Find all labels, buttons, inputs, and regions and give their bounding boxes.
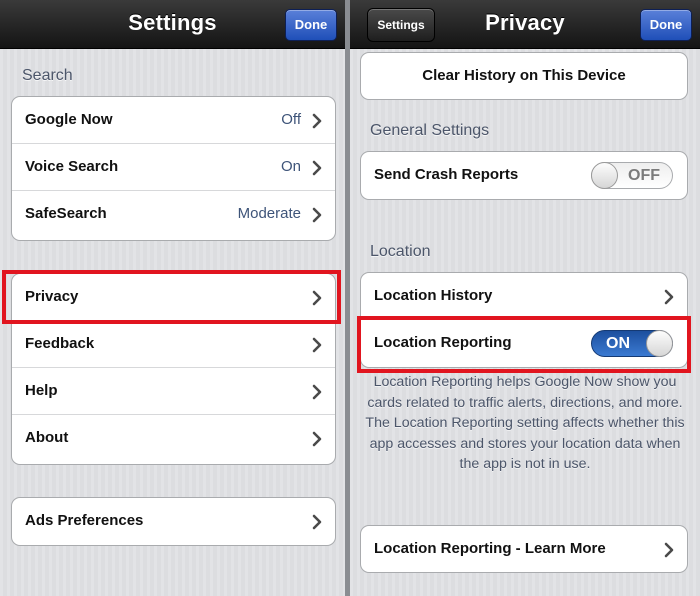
location-reporting-row: Location Reporting ON: [361, 320, 687, 367]
learn-more-label: Location Reporting - Learn More: [374, 540, 606, 557]
location-history-label: Location History: [374, 287, 493, 304]
privacy-nav-bar: Settings Privacy Done: [350, 0, 700, 49]
ads-preferences-row[interactable]: Ads Preferences: [12, 498, 335, 545]
learn-more-group: Location Reporting - Learn More: [360, 525, 688, 573]
privacy-label: Privacy: [25, 288, 79, 305]
help-label: Help: [25, 382, 58, 399]
chevron-right-icon: [312, 207, 322, 223]
chevron-right-icon: [312, 514, 322, 530]
chevron-right-icon: [312, 337, 322, 353]
settings-nav-bar: Settings Done: [0, 0, 345, 49]
about-row[interactable]: About: [12, 415, 335, 462]
about-label: About: [25, 429, 69, 446]
location-reporting-label: Location Reporting: [374, 334, 512, 351]
ads-preferences-label: Ads Preferences: [25, 512, 144, 529]
toggle-knob: [646, 330, 673, 357]
privacy-done-button[interactable]: Done: [640, 9, 692, 41]
ads-group: Ads Preferences: [11, 497, 336, 546]
send-crash-reports-label: Send Crash Reports: [374, 166, 519, 183]
google-now-label: Google Now: [25, 111, 113, 128]
general-settings-header: General Settings: [370, 122, 490, 139]
feedback-label: Feedback: [25, 335, 95, 352]
toggle-state-text: OFF: [628, 167, 660, 184]
help-row[interactable]: Help: [12, 368, 335, 415]
privacy-screen: Settings Privacy Done Clear History on T…: [350, 0, 700, 596]
settings-done-button[interactable]: Done: [285, 9, 337, 41]
general-settings-group: Send Crash Reports OFF: [360, 151, 688, 200]
clear-history-group: Clear History on This Device: [360, 52, 688, 100]
location-reporting-learn-more-row[interactable]: Location Reporting - Learn More: [361, 526, 687, 572]
privacy-row[interactable]: Privacy: [12, 274, 335, 321]
send-crash-reports-toggle[interactable]: OFF: [591, 162, 673, 189]
settings-screen: Settings Done Search Google Now Off Voic…: [0, 0, 345, 596]
google-now-value: Off: [281, 111, 301, 128]
location-history-row[interactable]: Location History: [361, 273, 687, 320]
voice-search-row[interactable]: Voice Search On: [12, 144, 335, 191]
google-now-row[interactable]: Google Now Off: [12, 97, 335, 144]
toggle-state-text: ON: [606, 335, 630, 352]
search-section-header: Search: [22, 67, 73, 84]
toggle-knob: [591, 162, 618, 189]
safesearch-row[interactable]: SafeSearch Moderate: [12, 191, 335, 238]
location-section-header: Location: [370, 243, 431, 260]
clear-history-button[interactable]: Clear History on This Device: [361, 53, 687, 99]
search-settings-group: Google Now Off Voice Search On SafeSearc…: [11, 96, 336, 241]
chevron-right-icon: [312, 431, 322, 447]
chevron-right-icon: [664, 289, 674, 305]
clear-history-label: Clear History on This Device: [422, 67, 626, 84]
chevron-right-icon: [312, 113, 322, 129]
main-menu-group: Privacy Feedback Help About: [11, 273, 336, 465]
chevron-right-icon: [312, 290, 322, 306]
voice-search-label: Voice Search: [25, 158, 119, 175]
location-reporting-toggle[interactable]: ON: [591, 330, 673, 357]
location-settings-group: Location History Location Reporting ON: [360, 272, 688, 368]
feedback-row[interactable]: Feedback: [12, 321, 335, 368]
chevron-right-icon: [312, 160, 322, 176]
chevron-right-icon: [312, 384, 322, 400]
chevron-right-icon: [664, 542, 674, 558]
safesearch-value: Moderate: [237, 205, 301, 222]
send-crash-reports-row: Send Crash Reports OFF: [361, 152, 687, 199]
safesearch-label: SafeSearch: [25, 205, 107, 222]
voice-search-value: On: [280, 158, 301, 175]
location-reporting-description: Location Reporting helps Google Now show…: [365, 374, 685, 472]
